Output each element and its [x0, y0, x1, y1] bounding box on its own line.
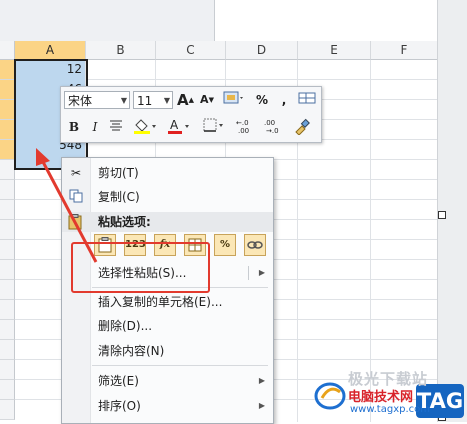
- ribbon-area: [0, 0, 215, 41]
- column-header-b[interactable]: B: [86, 41, 156, 60]
- row-header[interactable]: [0, 320, 15, 340]
- resize-handle[interactable]: [438, 211, 446, 219]
- chevron-down-icon: ▼: [163, 96, 170, 105]
- column-header-c[interactable]: C: [156, 41, 226, 60]
- format-painter-button[interactable]: [291, 117, 313, 137]
- font-name-value: 宋体: [68, 94, 93, 108]
- font-color-button[interactable]: A: [165, 117, 193, 137]
- brush-icon: [295, 118, 310, 136]
- accounting-format-icon: [223, 91, 243, 104]
- increase-decimal-icon: ←.0 .00: [236, 119, 249, 135]
- chevron-right-icon: ▶: [258, 376, 265, 385]
- svg-text:.00: .00: [264, 119, 275, 127]
- watermark-tag: TAG: [416, 389, 464, 413]
- menu-item-label: 插入复制的单元格(E)...: [98, 295, 223, 309]
- paste-formatting-button[interactable]: %: [214, 234, 236, 256]
- menu-item-label: 删除(D)...: [98, 319, 153, 333]
- fill-bucket-icon: [134, 119, 156, 134]
- accounting-format-button[interactable]: [221, 90, 247, 110]
- menu-item-filter[interactable]: 筛选(E) ▶: [62, 370, 273, 392]
- watermark: 极光下载站 电脑技术网 www.tagxp.com TAG: [312, 368, 467, 422]
- menu-item-cut[interactable]: ✂ 剪切(T): [62, 162, 273, 184]
- comma-style-button[interactable]: ,: [279, 90, 289, 110]
- copy-icon: [68, 189, 84, 205]
- row-header[interactable]: [0, 220, 15, 240]
- fill-color-button[interactable]: [131, 117, 159, 137]
- font-name-combo[interactable]: 宋体 ▼: [64, 91, 130, 109]
- paste-options-label: 粘贴选项:: [98, 215, 151, 229]
- column-header-f[interactable]: F: [371, 41, 438, 60]
- svg-text:←.0: ←.0: [236, 119, 249, 127]
- menu-item-delete[interactable]: 删除(D)...: [62, 315, 273, 337]
- formula-area: [215, 0, 437, 41]
- font-color-icon: A: [168, 118, 189, 134]
- row-header[interactable]: [0, 140, 15, 160]
- menu-separator: [92, 365, 268, 366]
- split-divider: [248, 266, 249, 280]
- clipboard-icon: [68, 214, 82, 233]
- paste-link-button[interactable]: [244, 234, 266, 256]
- borders-icon: [203, 118, 223, 132]
- row-header[interactable]: [0, 380, 15, 400]
- shrink-font-button[interactable]: A▼: [199, 90, 215, 110]
- menu-item-copy[interactable]: 复制(C): [62, 186, 273, 208]
- row-header[interactable]: [0, 400, 15, 420]
- mini-toolbar: 宋体 ▼ 11 ▼ A▲ A▼ % , B I A ←.0 .00 .00 →.…: [60, 86, 322, 143]
- bold-button[interactable]: B: [65, 117, 83, 137]
- chevron-right-icon: ▶: [258, 268, 265, 277]
- menu-item-sort[interactable]: 排序(O) ▶: [62, 395, 273, 417]
- row-header[interactable]: [0, 340, 15, 360]
- column-header-a[interactable]: A: [15, 41, 86, 60]
- font-size-value: 11: [137, 94, 153, 108]
- menu-item-label: 剪切(T): [98, 166, 139, 180]
- column-header-d[interactable]: D: [226, 41, 298, 60]
- row-header[interactable]: [0, 240, 15, 260]
- row-header[interactable]: [0, 200, 15, 220]
- row-header[interactable]: [0, 260, 15, 280]
- menu-item-clear-contents[interactable]: 清除内容(N): [62, 340, 273, 362]
- row-header[interactable]: [0, 280, 15, 300]
- svg-text:→.0: →.0: [266, 127, 279, 135]
- column-header-e[interactable]: E: [298, 41, 371, 60]
- chevron-down-icon: ▼: [120, 96, 127, 105]
- grow-font-button[interactable]: A▲: [177, 90, 194, 110]
- percent-style-button[interactable]: %: [255, 90, 269, 110]
- shrink-font-label: A: [200, 93, 209, 106]
- decrease-decimal-button[interactable]: .00 →.0: [261, 117, 287, 137]
- row-header[interactable]: [0, 160, 15, 180]
- menu-item-label: 排序(O): [98, 399, 141, 413]
- row-header[interactable]: [0, 360, 15, 380]
- row-header[interactable]: [0, 80, 15, 100]
- chevron-right-icon: ▶: [258, 401, 265, 410]
- align-center-button[interactable]: [107, 117, 125, 137]
- triangle-down-icon: ▼: [208, 96, 214, 104]
- table-format-icon: [298, 92, 316, 104]
- svg-text:.00: .00: [238, 127, 249, 135]
- italic-button[interactable]: I: [87, 117, 103, 137]
- paste-options-header: 粘贴选项:: [62, 212, 273, 232]
- menu-item-label: 清除内容(N): [98, 344, 165, 358]
- triangle-up-icon: ▲: [188, 96, 194, 104]
- highlight-box: [71, 242, 210, 293]
- borders-button[interactable]: [201, 117, 227, 137]
- decrease-decimal-icon: .00 →.0: [264, 119, 279, 135]
- menu-item-insert-copied-cells[interactable]: 插入复制的单元格(E)...: [62, 291, 273, 313]
- font-size-combo[interactable]: 11 ▼: [133, 91, 173, 109]
- row-header[interactable]: [0, 300, 15, 320]
- row-header[interactable]: [0, 180, 15, 200]
- row-header[interactable]: [0, 120, 15, 140]
- scissors-icon: ✂: [70, 166, 82, 180]
- menu-item-label: 筛选(E): [98, 374, 139, 388]
- watermark-site-name: 电脑技术网: [348, 390, 414, 405]
- row-header[interactable]: [0, 100, 15, 120]
- link-icon: [247, 241, 263, 249]
- svg-text:A: A: [170, 118, 179, 132]
- row-header[interactable]: [0, 60, 15, 80]
- increase-decimal-button[interactable]: ←.0 .00: [233, 117, 259, 137]
- grow-font-label: A: [177, 91, 189, 109]
- format-painter-table-button[interactable]: [297, 90, 317, 110]
- align-center-icon: [110, 120, 122, 131]
- select-all-corner[interactable]: [0, 41, 15, 60]
- menu-item-label: 复制(C): [98, 190, 140, 204]
